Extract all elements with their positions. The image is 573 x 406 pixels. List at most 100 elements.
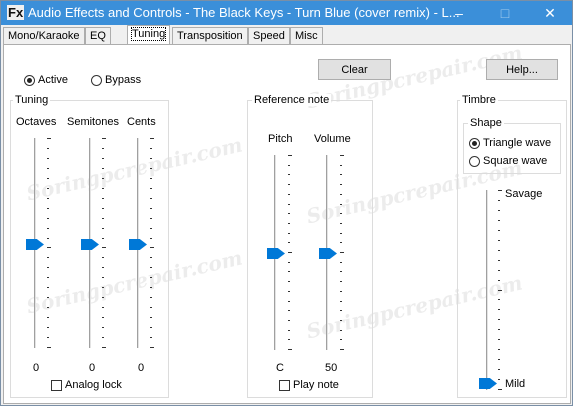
pitch-slider-ticks [288, 155, 292, 350]
window-title: Audio Effects and Controls - The Black K… [28, 5, 460, 20]
slider-tick-mark [47, 188, 49, 189]
savage-label: Savage [505, 188, 543, 200]
slider-tick-mark [288, 301, 290, 302]
slider-tick-mark [288, 242, 290, 243]
tab-label: Speed [253, 30, 285, 42]
slider-tick-mark [47, 228, 49, 229]
tab-mono-karaoke[interactable]: Mono/Karaoke [3, 27, 85, 44]
tab-misc[interactable]: Misc [290, 27, 323, 44]
slider-tick-mark [150, 148, 152, 149]
tab-label: EQ [90, 30, 106, 42]
slider-tick-mark [102, 347, 106, 348]
maximize-button[interactable]: □ [483, 1, 527, 25]
slider-tick-mark [102, 228, 104, 229]
slider-tick-mark [102, 208, 104, 209]
slider-tick-mark [150, 198, 152, 199]
slider-tick-mark [498, 200, 500, 201]
slider-tick-mark [150, 277, 152, 278]
bypass-radio[interactable] [91, 75, 102, 86]
slider-tick-mark [340, 165, 342, 166]
slider-tick-mark [150, 307, 152, 308]
close-button[interactable]: ✕ [528, 1, 572, 25]
timbre-slider-track[interactable] [486, 190, 488, 390]
play-note-checkbox[interactable] [279, 380, 290, 391]
slider-tick-mark [150, 138, 154, 139]
slider-tick-mark [47, 148, 49, 149]
slider-tick-mark [340, 339, 342, 340]
slider-tick-mark [47, 267, 49, 268]
slider-tick-mark [498, 309, 500, 310]
slider-tick-mark [102, 188, 104, 189]
slider-tick-mark [150, 347, 154, 348]
semitones-value: 0 [89, 362, 96, 374]
clear-button[interactable]: Clear [318, 59, 391, 80]
cents-value: 0 [138, 362, 145, 374]
slider-tick-mark [288, 165, 290, 166]
slider-tick-mark [340, 271, 342, 272]
volume-value: 50 [325, 362, 338, 374]
slider-tick-mark [47, 218, 49, 219]
tuning-group-title: Tuning [13, 94, 51, 106]
reference-note-group: Reference note [247, 94, 373, 398]
slider-tick-mark [340, 242, 342, 243]
slider-tick-mark [47, 347, 51, 348]
slider-tick-mark [102, 158, 104, 159]
slider-tick-mark [102, 178, 104, 179]
slider-tick-mark [102, 267, 104, 268]
slider-tick-mark [498, 339, 500, 340]
slider-tick-mark [102, 198, 104, 199]
slider-tick-mark [340, 310, 342, 311]
slider-tick-mark [288, 252, 292, 253]
slider-tick-mark [47, 247, 51, 248]
slider-tick-mark [340, 233, 342, 234]
slider-tick-mark [340, 194, 342, 195]
analog-lock-checkbox[interactable] [51, 380, 62, 391]
slider-tick-mark [150, 317, 152, 318]
slider-tick-mark [498, 389, 502, 390]
slider-tick-mark [102, 317, 104, 318]
slider-tick-mark [47, 238, 49, 239]
slider-tick-mark [288, 281, 290, 282]
slider-tick-mark [288, 271, 290, 272]
slider-tick-mark [340, 320, 342, 321]
slider-tick-mark [288, 330, 290, 331]
slider-tick-mark [498, 369, 500, 370]
slider-tick-mark [102, 257, 104, 258]
square-wave-radio[interactable] [469, 156, 480, 167]
slider-tick-mark [340, 223, 342, 224]
slider-tick-mark [340, 213, 342, 214]
triangle-wave-radio[interactable] [469, 138, 480, 149]
semitones-label: Semitones [67, 116, 119, 128]
slider-tick-mark [47, 198, 49, 199]
bypass-label: Bypass [105, 74, 142, 86]
slider-tick-mark [102, 287, 104, 288]
tab-transposition[interactable]: Transposition [172, 27, 248, 44]
octaves-label: Octaves [16, 116, 57, 128]
pitch-label: Pitch [268, 133, 293, 145]
slider-tick-mark [498, 210, 500, 211]
slider-tick-mark [47, 158, 49, 159]
slider-tick-mark [150, 228, 152, 229]
slider-tick-mark [340, 291, 342, 292]
timbre-title: Timbre [460, 94, 498, 106]
square-wave-label: Square wave [483, 155, 548, 167]
title-bar[interactable]: Fx Audio Effects and Controls - The Blac… [1, 1, 572, 25]
slider-tick-mark [288, 262, 290, 263]
tab-label: Transposition [177, 30, 243, 42]
tab-eq[interactable]: EQ [85, 27, 111, 44]
slider-tick-mark [150, 257, 152, 258]
active-radio[interactable] [24, 75, 35, 86]
slider-tick-mark [288, 174, 290, 175]
tab-label: Mono/Karaoke [8, 30, 80, 42]
help-button[interactable]: Help... [486, 59, 558, 80]
slider-tick-mark [102, 307, 104, 308]
slider-tick-mark [498, 240, 500, 241]
analog-lock-label: Analog lock [65, 379, 122, 391]
tab-speed[interactable]: Speed [248, 27, 290, 44]
semitones-slider-ticks [102, 138, 106, 348]
slider-tick-mark [288, 184, 290, 185]
slider-tick-mark [150, 337, 152, 338]
minimize-button[interactable]: – [437, 1, 481, 25]
tab-tuning[interactable]: Tuning [127, 25, 171, 44]
cents-label: Cents [127, 116, 156, 128]
